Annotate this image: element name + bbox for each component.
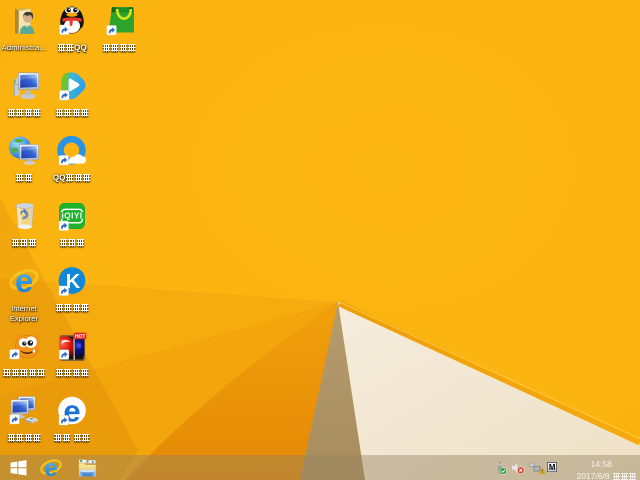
svg-text:HOT: HOT [75, 334, 86, 340]
svg-text:M: M [549, 463, 556, 472]
svg-text:iQIYI: iQIYI [61, 211, 82, 221]
